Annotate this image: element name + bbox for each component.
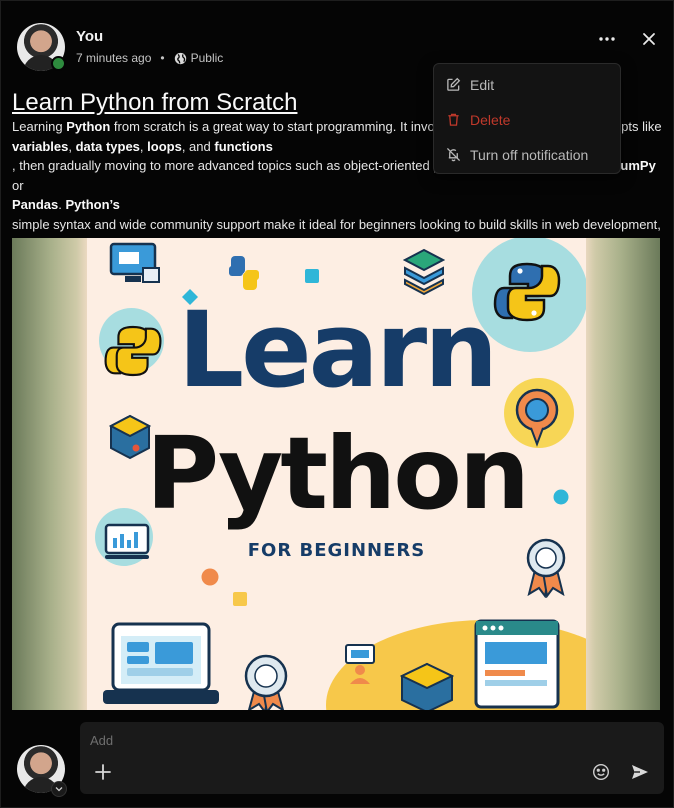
close-button[interactable] <box>639 29 659 49</box>
decor-square <box>233 592 247 606</box>
decor-dot <box>201 568 219 586</box>
body-bold: loops <box>147 138 182 154</box>
header-actions <box>597 29 659 49</box>
post-modal: You 7 minutes ago • Public Learn Python … <box>0 0 674 808</box>
post-image[interactable]: Learn Python FOR BEGINNERS <box>12 238 660 710</box>
post-time: 7 minutes ago <box>76 51 152 65</box>
laptop-icon <box>103 622 219 704</box>
menu-item-label: Edit <box>470 76 495 93</box>
meta-separator: • <box>160 51 165 65</box>
body-bold: functions <box>214 138 273 154</box>
post-visibility[interactable]: Public <box>191 51 224 65</box>
body-bold: Python’s <box>65 197 120 212</box>
menu-item-delete[interactable]: Delete <box>434 102 620 137</box>
body-text: or <box>12 177 24 193</box>
menu-item-label: Delete <box>470 111 511 128</box>
trash-icon <box>448 113 459 126</box>
menu-item-label: Turn off notification <box>470 146 589 163</box>
post-options-menu: Edit Delete Turn off notification <box>433 63 621 174</box>
body-bold: Python <box>66 119 111 134</box>
bell-off-icon <box>446 147 461 162</box>
learn-python-poster: Learn Python FOR BEGINNERS <box>87 238 586 710</box>
comment-composer <box>80 722 664 794</box>
browser-window-icon <box>474 619 560 709</box>
developer-icon <box>345 644 375 684</box>
chevron-down-icon <box>55 787 63 792</box>
body-text: , and <box>181 138 215 154</box>
decor-square <box>305 269 319 283</box>
more-options-button[interactable] <box>597 29 617 49</box>
comment-input[interactable] <box>90 731 650 749</box>
account-switch-button[interactable] <box>51 781 67 797</box>
post-meta: 7 minutes ago • Public <box>76 51 223 65</box>
more-horizontal-icon <box>599 37 615 41</box>
award-medal-icon <box>244 654 288 710</box>
monitor-icon <box>109 242 160 283</box>
poster-subtitle: FOR BEGINNERS <box>247 540 426 561</box>
body-bold: Pandas <box>12 197 59 212</box>
add-attachment-icon[interactable] <box>93 762 113 782</box>
menu-item-turn-off-notification[interactable]: Turn off notification <box>434 137 620 172</box>
author-name[interactable]: You <box>76 28 103 45</box>
send-icon[interactable] <box>630 762 650 782</box>
body-text: , <box>68 138 76 154</box>
body-text: Learning <box>12 119 67 134</box>
body-bold: variables <box>12 138 69 154</box>
python-small-logo-icon <box>229 256 259 290</box>
edit-icon <box>447 77 461 91</box>
cube-icon <box>400 662 454 710</box>
globe-icon <box>174 52 186 64</box>
poster-title-learn: Learn <box>177 289 498 411</box>
close-icon <box>643 33 655 45</box>
menu-item-edit[interactable]: Edit <box>434 67 620 102</box>
emoji-icon[interactable] <box>592 763 610 781</box>
online-status-indicator <box>51 56 66 71</box>
body-bold: data types <box>75 138 140 154</box>
poster-title-python: Python <box>145 415 530 532</box>
